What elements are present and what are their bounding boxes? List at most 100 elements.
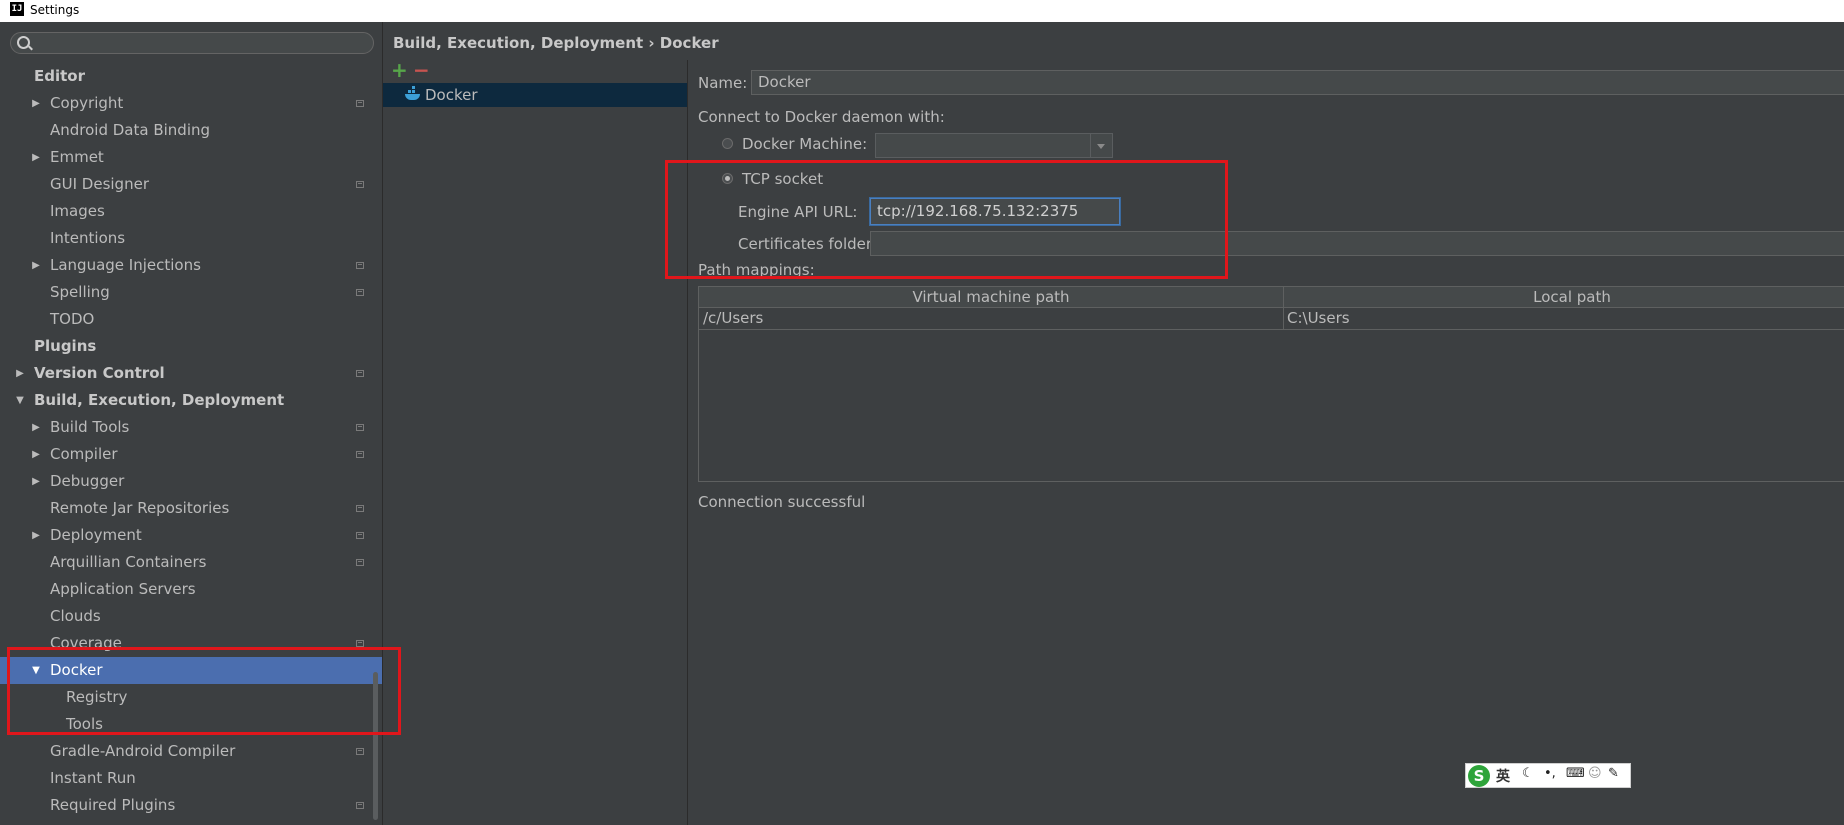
column-header-vm-path[interactable]: Virtual machine path [699, 287, 1284, 307]
chevron-right-icon[interactable]: ▶ [30, 414, 42, 441]
chevron-down-icon[interactable] [1090, 134, 1112, 157]
sidebar-item-android-data-binding[interactable]: Android Data Binding [0, 117, 382, 144]
table-header: Virtual machine path Local path [699, 287, 1844, 308]
wrench-icon[interactable]: ✎ [1608, 766, 1619, 781]
list-item-docker[interactable]: Docker [383, 83, 687, 107]
highlight-box-tcp [665, 160, 1228, 279]
sidebar-item-label: Copyright [50, 94, 124, 112]
sidebar-item-editor[interactable]: Editor [0, 63, 382, 90]
sidebar-item-images[interactable]: Images [0, 198, 382, 225]
sidebar-item-intentions[interactable]: Intentions [0, 225, 382, 252]
docker-machine-select[interactable] [875, 133, 1113, 158]
chevron-down-icon[interactable]: ▼ [14, 387, 26, 414]
sidebar-item-emmet[interactable]: ▶ Emmet [0, 144, 382, 171]
keyboard-icon[interactable]: ⌨ [1566, 766, 1585, 781]
sidebar-item-application-servers[interactable]: Application Servers [0, 576, 382, 603]
sidebar-item-label: GUI Designer [50, 175, 149, 193]
sidebar-item-label: Emmet [50, 148, 104, 166]
ime-toolbar: S 英 ☾ •, ⌨ ☺ ✎ [1465, 763, 1631, 788]
user-icon[interactable]: ☺ [1588, 766, 1602, 781]
add-icon[interactable]: + [391, 60, 408, 80]
path-mappings-table[interactable]: Virtual machine path Local path /c/Users… [698, 286, 1844, 482]
project-scope-icon [356, 505, 364, 512]
sidebar-item-label: TODO [50, 310, 95, 328]
moon-icon[interactable]: ☾ [1522, 766, 1534, 781]
title-bar: IJ Settings [0, 0, 1844, 22]
project-scope-icon [356, 289, 364, 296]
sidebar-item-label: Clouds [50, 607, 101, 625]
chevron-right-icon[interactable]: ▶ [30, 144, 42, 171]
highlight-box-docker [7, 647, 401, 735]
remove-icon[interactable]: − [413, 60, 430, 80]
list-item-label: Docker [425, 86, 478, 104]
docker-config-list: + − Docker [383, 60, 688, 825]
sidebar-item-version-control[interactable]: ▶ Version Control [0, 360, 382, 387]
sidebar-item-required-plugins[interactable]: Required Plugins [0, 792, 382, 819]
sidebar-item-label: Editor [34, 67, 85, 85]
name-field[interactable]: Docker [751, 70, 1844, 95]
sidebar-item-label: Required Plugins [50, 796, 176, 814]
sidebar-item-gui-designer[interactable]: GUI Designer [0, 171, 382, 198]
docker-whale-icon [405, 86, 421, 100]
chevron-right-icon[interactable]: ▶ [30, 522, 42, 549]
project-scope-icon [356, 802, 364, 809]
sidebar-item-instant-run[interactable]: Instant Run [0, 765, 382, 792]
sogou-logo[interactable]: S [1468, 765, 1490, 787]
sidebar-item-plugins[interactable]: Plugins [0, 333, 382, 360]
docker-machine-label: Docker Machine: [742, 135, 868, 153]
chevron-right-icon[interactable]: ▶ [30, 252, 42, 279]
sidebar-item-label: Deployment [50, 526, 142, 544]
app-logo: IJ [10, 2, 24, 16]
sidebar-item-label: Gradle-Android Compiler [50, 742, 236, 760]
sidebar-item-copyright[interactable]: ▶ Copyright [0, 90, 382, 117]
connection-status: Connection successful [698, 493, 866, 511]
chevron-right-icon[interactable]: ▶ [30, 441, 42, 468]
connect-label: Connect to Docker daemon with: [698, 108, 945, 126]
project-scope-icon [356, 181, 364, 188]
sidebar-item-build-tools[interactable]: ▶ Build Tools [0, 414, 382, 441]
sidebar-item-gradle-android-compiler[interactable]: Gradle-Android Compiler [0, 738, 382, 765]
sidebar-item-spelling[interactable]: Spelling [0, 279, 382, 306]
settings-search-input[interactable] [10, 32, 374, 54]
punctuation-icon[interactable]: •, [1544, 766, 1556, 781]
sidebar-item-label: Android Data Binding [50, 121, 211, 139]
project-scope-icon [356, 559, 364, 566]
project-scope-icon [356, 640, 364, 647]
chevron-right-icon[interactable]: ▶ [30, 468, 42, 495]
sidebar-item-label: Images [50, 202, 105, 220]
name-label: Name: [698, 74, 748, 92]
sidebar-item-todo[interactable]: TODO [0, 306, 382, 333]
chevron-right-icon[interactable]: ▶ [30, 90, 42, 117]
sidebar-item-label: Language Injections [50, 256, 201, 274]
sidebar-item-label: Build Tools [50, 418, 130, 436]
project-scope-icon [356, 370, 364, 377]
project-scope-icon [356, 262, 364, 269]
project-scope-icon [356, 532, 364, 539]
sidebar-item-remote-jar-repositories[interactable]: Remote Jar Repositories [0, 495, 382, 522]
sidebar-item-label: Debugger [50, 472, 125, 490]
sidebar-item-deployment[interactable]: ▶ Deployment [0, 522, 382, 549]
sidebar-item-build-execution-deployment[interactable]: ▼ Build, Execution, Deployment [0, 387, 382, 414]
project-scope-icon [356, 100, 364, 107]
sidebar-item-label: Remote Jar Repositories [50, 499, 230, 517]
sidebar-item-arquillian-containers[interactable]: Arquillian Containers [0, 549, 382, 576]
sidebar-item-label: Build, Execution, Deployment [34, 391, 285, 409]
project-scope-icon [356, 748, 364, 755]
sidebar-item-clouds[interactable]: Clouds [0, 603, 382, 630]
ime-language-toggle[interactable]: 英 [1496, 766, 1510, 786]
vm-path-cell: /c/Users [703, 309, 764, 327]
sidebar-item-compiler[interactable]: ▶ Compiler [0, 441, 382, 468]
sidebar-item-debugger[interactable]: ▶ Debugger [0, 468, 382, 495]
breadcrumb: Build, Execution, Deployment › Docker [393, 34, 719, 52]
column-header-local-path[interactable]: Local path [1284, 287, 1844, 307]
docker-machine-radio[interactable] [722, 138, 733, 149]
chevron-right-icon[interactable]: ▶ [14, 360, 26, 387]
sidebar-item-label: Compiler [50, 445, 118, 463]
sidebar-item-label: Instant Run [50, 769, 136, 787]
project-scope-icon [356, 451, 364, 458]
sidebar-item-label: Application Servers [50, 580, 196, 598]
sidebar-item-label: Plugins [34, 337, 97, 355]
sidebar-item-label: Arquillian Containers [50, 553, 207, 571]
table-row[interactable]: /c/Users C:\Users [699, 307, 1844, 330]
sidebar-item-language-injections[interactable]: ▶ Language Injections [0, 252, 382, 279]
